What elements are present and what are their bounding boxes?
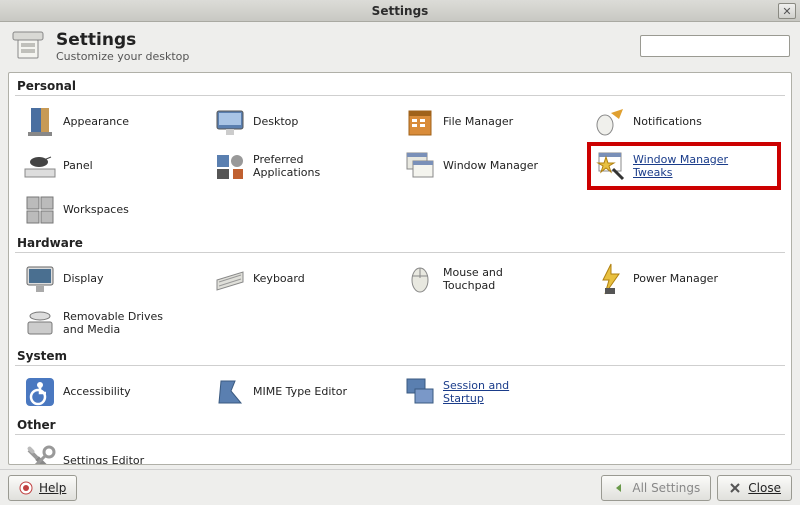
label: Removable Drives and Media <box>63 310 163 336</box>
notifications-icon <box>593 105 627 139</box>
section-other-label: Other <box>17 418 785 432</box>
settings-icon <box>10 28 46 64</box>
power-manager-icon <box>593 262 627 296</box>
help-label: Help <box>39 481 66 495</box>
item-appearance[interactable]: Appearance <box>19 100 209 144</box>
item-accessibility[interactable]: Accessibility <box>19 370 209 414</box>
item-window-manager[interactable]: Window Manager <box>399 144 589 188</box>
back-icon <box>612 481 626 495</box>
removable-drives-icon <box>23 306 57 340</box>
label: Accessibility <box>63 385 131 398</box>
item-power-manager[interactable]: Power Manager <box>589 257 779 301</box>
section-other: Settings Editor <box>15 439 785 465</box>
item-session-and-startup[interactable]: Session and Startup <box>399 370 589 414</box>
display-icon <box>23 262 57 296</box>
item-mouse-and-touchpad[interactable]: Mouse and Touchpad <box>399 257 589 301</box>
file-manager-icon <box>403 105 437 139</box>
desktop-icon <box>213 105 247 139</box>
label: Settings Editor <box>63 454 144 465</box>
footer: Help All Settings Close <box>0 469 800 505</box>
item-panel[interactable]: Panel <box>19 144 209 188</box>
appearance-icon <box>23 105 57 139</box>
page-title: Settings <box>56 30 189 50</box>
section-system-label: System <box>17 349 785 363</box>
label: Window Manager <box>443 159 538 172</box>
item-settings-editor[interactable]: Settings Editor <box>19 439 209 465</box>
section-hardware-label: Hardware <box>17 236 785 250</box>
label: Appearance <box>63 115 129 128</box>
window-manager-tweaks-icon <box>593 149 627 183</box>
header: Settings Customize your desktop <box>0 22 800 68</box>
section-hardware: Display Keyboard Mouse and Touchpad Powe… <box>15 257 785 345</box>
all-settings-button[interactable]: All Settings <box>601 475 711 501</box>
close-window-button[interactable]: ✕ <box>778 3 796 19</box>
content-area: Personal Appearance Desktop File Manager <box>8 72 792 465</box>
label: Workspaces <box>63 203 129 216</box>
label: Keyboard <box>253 272 305 285</box>
window-title: Settings <box>372 4 429 18</box>
item-notifications[interactable]: Notifications <box>589 100 779 144</box>
item-file-manager[interactable]: File Manager <box>399 100 589 144</box>
item-mime-type-editor[interactable]: MIME Type Editor <box>209 370 399 414</box>
item-keyboard[interactable]: Keyboard <box>209 257 399 301</box>
item-removable-drives[interactable]: Removable Drives and Media <box>19 301 209 345</box>
search-input[interactable] <box>644 38 800 54</box>
item-desktop[interactable]: Desktop <box>209 100 399 144</box>
titlebar: Settings ✕ <box>0 0 800 22</box>
item-preferred-applications[interactable]: Preferred Applications <box>209 144 399 188</box>
close-button[interactable]: Close <box>717 475 792 501</box>
label: Session and Startup <box>443 379 509 405</box>
item-workspaces[interactable]: Workspaces <box>19 188 209 232</box>
label: Display <box>63 272 104 285</box>
label: File Manager <box>443 115 513 128</box>
label: MIME Type Editor <box>253 385 347 398</box>
label: Window Manager Tweaks <box>633 153 728 179</box>
page-subtitle: Customize your desktop <box>56 50 189 63</box>
help-icon <box>19 481 33 495</box>
preferred-applications-icon <box>213 149 247 183</box>
window-manager-icon <box>403 149 437 183</box>
item-window-manager-tweaks[interactable]: Window Manager Tweaks <box>589 144 779 188</box>
help-button[interactable]: Help <box>8 475 77 501</box>
keyboard-icon <box>213 262 247 296</box>
label: Mouse and Touchpad <box>443 266 503 292</box>
mime-type-editor-icon <box>213 375 247 409</box>
all-settings-label: All Settings <box>632 481 700 495</box>
accessibility-icon <box>23 375 57 409</box>
mouse-icon <box>403 262 437 296</box>
label: Panel <box>63 159 93 172</box>
section-personal-label: Personal <box>17 79 785 93</box>
search-field[interactable] <box>640 35 790 57</box>
settings-window: Settings ✕ Settings Customize your deskt… <box>0 0 800 505</box>
label: Power Manager <box>633 272 718 285</box>
panel-icon <box>23 149 57 183</box>
close-label: Close <box>748 481 781 495</box>
section-system: Accessibility MIME Type Editor Session a… <box>15 370 785 414</box>
close-icon <box>728 481 742 495</box>
label: Desktop <box>253 115 298 128</box>
session-startup-icon <box>403 375 437 409</box>
label: Preferred Applications <box>253 153 320 179</box>
item-display[interactable]: Display <box>19 257 209 301</box>
section-personal: Appearance Desktop File Manager Notifica… <box>15 100 785 232</box>
settings-editor-icon <box>23 444 57 465</box>
label: Notifications <box>633 115 702 128</box>
workspaces-icon <box>23 193 57 227</box>
